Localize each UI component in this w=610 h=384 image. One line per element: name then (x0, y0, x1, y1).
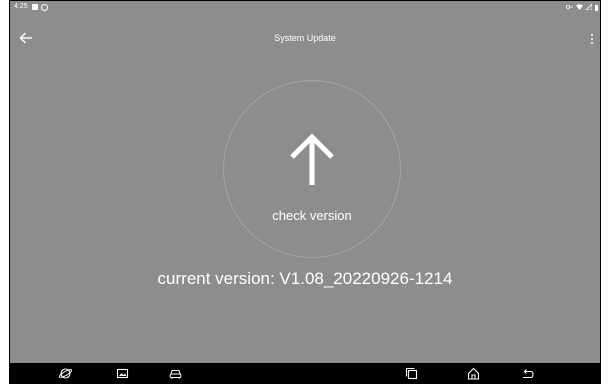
back-icon[interactable] (521, 367, 534, 380)
status-time: 4:25 (14, 3, 28, 10)
gallery-icon[interactable] (116, 367, 129, 380)
page-title: System Update (274, 33, 336, 43)
arrow-up-icon (290, 133, 334, 185)
browser-icon[interactable] (59, 367, 72, 380)
app-bar: System Update (10, 13, 600, 53)
car-icon[interactable] (169, 367, 182, 380)
vpn-key-icon (566, 5, 573, 9)
check-version-label: check version (272, 208, 352, 223)
status-bar: 4:25 (10, 1, 600, 13)
notification-sync-icon (41, 4, 48, 11)
navigation-bar (10, 363, 600, 383)
current-version-text: current version: V1.08_20220926-1214 (157, 269, 453, 288)
signal-icon (586, 4, 592, 10)
system-status-icons (566, 3, 598, 11)
recent-apps-icon[interactable] (405, 367, 418, 380)
wifi-icon (576, 4, 583, 10)
notification-app-icon (32, 4, 38, 10)
home-icon[interactable] (467, 367, 480, 380)
device-screen: 4:25 System Update check version current… (9, 0, 601, 384)
check-version-button[interactable]: check version (223, 80, 401, 258)
battery-icon (595, 4, 598, 11)
overflow-menu-icon[interactable] (590, 33, 594, 45)
